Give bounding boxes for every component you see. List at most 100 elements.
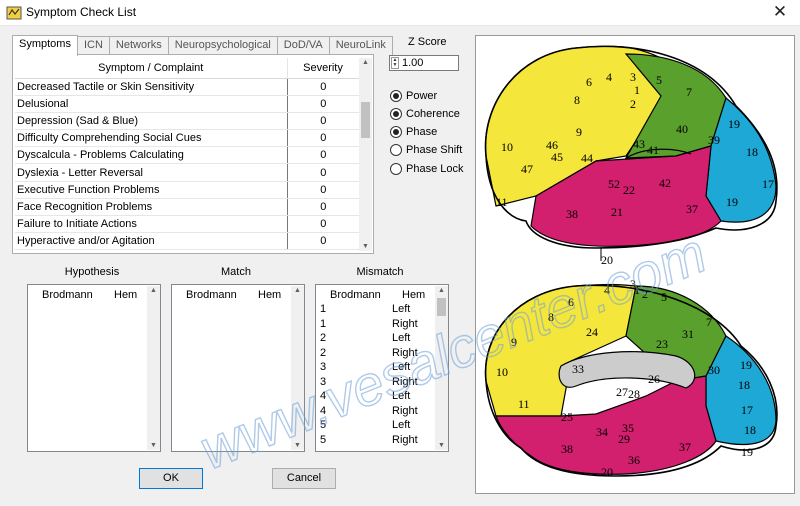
spin-updown-icon[interactable]: ▲ ▼ (391, 57, 399, 69)
severity-cell[interactable]: 0 (286, 78, 359, 96)
radio-dot-icon[interactable] (390, 162, 402, 175)
mismatch-list[interactable]: Brodmann Hem 1 Left 1 Right 2 Left 2 Right 3… (315, 284, 449, 452)
radio-phase[interactable]: Phase (390, 124, 437, 139)
match-scrollbar[interactable]: ▲ ▼ (291, 286, 304, 450)
radio-label: Power (406, 89, 438, 102)
severity-cell[interactable]: 0 (286, 232, 359, 251)
list-item[interactable]: 3 Left (316, 361, 442, 376)
radio-phase-lock[interactable]: Phase Lock (390, 161, 463, 176)
table-row[interactable]: Delusional 0 (15, 95, 359, 113)
scroll-thumb[interactable] (361, 102, 370, 138)
lateral-area-label: 6 (586, 75, 592, 89)
severity-cell[interactable]: 0 (286, 181, 359, 199)
list-item[interactable]: 2 Left (316, 332, 442, 347)
table-row[interactable]: Executive Function Problems 0 (15, 181, 359, 199)
table-row[interactable]: Difficulty Comprehending Social Cues 0 (15, 129, 359, 148)
severity-cell[interactable]: 0 (286, 112, 359, 131)
lateral-area-label: 39 (708, 133, 720, 147)
table-row[interactable]: Dyslexia - Letter Reversal 0 (15, 163, 359, 182)
complaint-cell: Dyscalcula - Problems Calculating (15, 146, 287, 165)
hypothesis-scrollbar[interactable]: ▲ ▼ (147, 286, 160, 450)
radio-dot-icon[interactable] (390, 125, 402, 138)
brodmann-header[interactable]: Brodmann (186, 289, 237, 301)
medial-area-label: 19 (741, 445, 753, 459)
scroll-down-icon[interactable]: ▼ (147, 442, 160, 449)
table-row[interactable]: Face Recognition Problems 0 (15, 198, 359, 217)
severity-header[interactable]: Severity (287, 58, 359, 79)
medial-area-label: 20 (601, 465, 613, 479)
mismatch-scrollbar[interactable]: ▲ ▼ (435, 286, 448, 450)
list-item[interactable]: 2 Right (316, 347, 442, 362)
ok-button[interactable]: OK (139, 468, 203, 489)
radio-label: Phase (406, 125, 438, 138)
list-item[interactable]: 5 Left (316, 419, 442, 434)
list-item[interactable]: 4 Right (316, 405, 442, 420)
match-title: Match (221, 266, 251, 278)
table-row[interactable]: Hyperactive and/or Agitation 0 (15, 232, 359, 251)
radio-label: Coherence (406, 107, 460, 120)
tab-neurolink[interactable]: NeuroLink (329, 36, 393, 55)
scroll-down-icon[interactable]: ▼ (291, 442, 304, 449)
severity-cell[interactable]: 0 (286, 163, 359, 182)
scroll-down-icon[interactable]: ▼ (359, 243, 372, 250)
radio-dot-icon[interactable] (390, 107, 402, 120)
complaint-header[interactable]: Symptom / Complaint (15, 58, 288, 79)
hem-header[interactable]: Hem (258, 289, 281, 301)
lateral-area-label: 43 (633, 137, 645, 151)
medial-area-label: 24 (586, 325, 598, 339)
medial-area-label: 18 (744, 423, 756, 437)
complaint-cell: Executive Function Problems (15, 181, 287, 199)
tab-dod-va[interactable]: DoD/VA (277, 36, 330, 55)
lateral-area-label: 37 (686, 202, 698, 216)
lateral-area-label: 17 (762, 177, 774, 191)
severity-cell[interactable]: 0 (286, 95, 359, 113)
match-list[interactable]: Brodmann Hem ▲ ▼ (171, 284, 305, 452)
tab-symptoms[interactable]: Symptoms (12, 35, 78, 56)
medial-area-label: 25 (561, 410, 573, 424)
hypothesis-list[interactable]: Brodmann Hem ▲ ▼ (27, 284, 161, 452)
radio-dot-icon[interactable] (390, 89, 402, 102)
tab-icn[interactable]: ICN (77, 36, 110, 55)
scroll-thumb[interactable] (437, 298, 446, 316)
brodmann-header[interactable]: Brodmann (330, 289, 381, 301)
severity-cell[interactable]: 0 (286, 129, 359, 148)
radio-dot-icon[interactable] (390, 143, 402, 156)
table-row[interactable]: Depression (Sad & Blue) 0 (15, 112, 359, 131)
list-item[interactable]: 1 Left (316, 303, 442, 318)
scroll-down-icon[interactable]: ▼ (435, 442, 448, 449)
list-item[interactable]: 1 Right (316, 318, 442, 333)
hem-header[interactable]: Hem (402, 289, 425, 301)
list-item[interactable]: 4 Left (316, 390, 442, 405)
severity-cell[interactable]: 0 (286, 146, 359, 165)
list-item[interactable]: 5 Right (316, 434, 442, 449)
scroll-up-icon[interactable]: ▲ (291, 287, 304, 294)
scroll-up-icon[interactable]: ▲ (435, 287, 448, 294)
brodmann-map-panel: 1 2 3 4 5 6 7 8 9 10 11 18 19 19 17 20 21 22 37 38 39 40 41 42 4… (475, 35, 795, 494)
list-item[interactable]: 3 Right (316, 376, 442, 391)
table-row[interactable]: Dyscalcula - Problems Calculating 0 (15, 146, 359, 165)
radio-coherence[interactable]: Coherence (390, 106, 460, 121)
scroll-up-icon[interactable]: ▲ (147, 287, 160, 294)
table-row[interactable]: Failure to Initiate Actions 0 (15, 215, 359, 234)
medial-area-label: 18 (738, 378, 750, 392)
lateral-area-label: 21 (611, 205, 623, 219)
zscore-label: Z Score (408, 36, 447, 48)
medial-area-label: 28 (628, 387, 640, 401)
lateral-area-label: 42 (659, 176, 671, 190)
severity-cell[interactable]: 0 (286, 215, 359, 234)
tab-neuropsychological[interactable]: Neuropsychological (168, 36, 278, 55)
hem-header[interactable]: Hem (114, 289, 137, 301)
zscore-field[interactable]: ▲ ▼ 1.00 (389, 55, 459, 71)
tab-networks[interactable]: Networks (109, 36, 169, 55)
app-icon (6, 6, 22, 20)
radio-power[interactable]: Power (390, 88, 437, 103)
close-icon[interactable]: ✕ (770, 2, 790, 22)
cancel-button[interactable]: Cancel (272, 468, 336, 489)
medial-area-label: 33 (572, 362, 584, 376)
symptom-scrollbar[interactable]: ▲ ▼ (359, 58, 372, 251)
brodmann-header[interactable]: Brodmann (42, 289, 93, 301)
scroll-up-icon[interactable]: ▲ (359, 59, 372, 66)
severity-cell[interactable]: 0 (286, 198, 359, 217)
radio-phase-shift[interactable]: Phase Shift (390, 142, 462, 157)
table-row[interactable]: Decreased Tactile or Skin Sensitivity 0 (15, 78, 359, 96)
